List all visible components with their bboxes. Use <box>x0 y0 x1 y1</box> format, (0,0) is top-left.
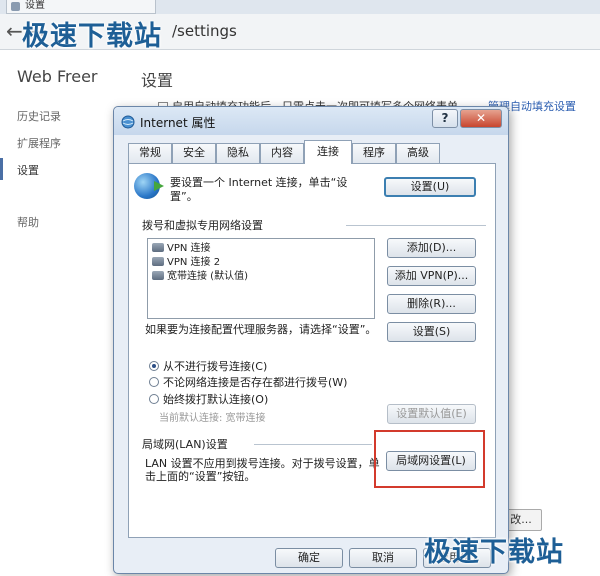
internet-properties-dialog: Internet 属性 ? ✕ 常规 安全 隐私 内容 连接 程序 高级 要设置… <box>113 106 509 574</box>
watermark-top: 极速下载站 <box>22 21 162 52</box>
lan-group-divider <box>254 444 372 445</box>
tab-connections[interactable]: 连接 <box>304 140 352 164</box>
back-arrow-icon[interactable]: ← <box>6 20 23 42</box>
setup-intro-text: 要设置一个 Internet 连接，单击“设置”。 <box>170 176 348 203</box>
tab-privacy[interactable]: 隐私 <box>216 143 260 163</box>
tab-content[interactable]: 内容 <box>260 143 304 163</box>
radio-indicator[interactable] <box>149 394 159 404</box>
tab-general[interactable]: 常规 <box>128 143 172 163</box>
radio-always-dial-default[interactable]: 始终拨打默认连接(O) <box>149 391 268 407</box>
lan-settings-text: LAN 设置不应用到拨号连接。对于拨号设置，单击上面的“设置”按钮。 <box>145 457 380 483</box>
watermark-bottom: 极速下载站 <box>424 537 564 568</box>
browser-tab[interactable]: 设置 <box>6 0 156 14</box>
tab-security[interactable]: 安全 <box>172 143 216 163</box>
settings-tab-icon <box>11 2 20 11</box>
sidebar-item-history[interactable]: 历史记录 <box>17 108 61 124</box>
close-button[interactable]: ✕ <box>460 109 502 128</box>
cancel-button[interactable]: 取消 <box>349 548 417 568</box>
sidebar-item-help[interactable]: 帮助 <box>17 214 39 230</box>
sidebar-active-indicator <box>0 158 3 180</box>
set-default-button[interactable]: 设置默认值(E) <box>387 404 476 424</box>
radio-selected-indicator[interactable] <box>149 361 159 371</box>
setup-button[interactable]: 设置(U) <box>384 177 476 197</box>
address-bar[interactable]: /settings <box>90 20 590 42</box>
radio-indicator[interactable] <box>149 377 159 387</box>
tab-advanced[interactable]: 高级 <box>396 143 440 163</box>
lan-group-label: 局域网(LAN)设置 <box>142 438 228 451</box>
connections-listbox[interactable]: VPN 连接 VPN 连接 2 宽带连接 (默认值) <box>147 238 375 319</box>
connection-icon <box>152 271 164 280</box>
add-vpn-button[interactable]: 添加 VPN(P)... <box>387 266 476 286</box>
radio-dial-whenever[interactable]: 不论网络连接是否存在都进行拨号(W) <box>149 374 347 390</box>
dialup-group-label: 拨号和虚拟专用网络设置 <box>142 219 263 232</box>
list-item[interactable]: VPN 连接 2 <box>152 256 220 269</box>
sidebar-item-extensions[interactable]: 扩展程序 <box>17 135 61 151</box>
tab-programs[interactable]: 程序 <box>352 143 396 163</box>
remove-button[interactable]: 删除(R)... <box>387 294 476 314</box>
radio-never-dial[interactable]: 从不进行拨号连接(C) <box>149 358 267 374</box>
app-title: Web Freer <box>17 67 98 86</box>
dialup-group-divider <box>346 225 486 226</box>
settings-button[interactable]: 设置(S) <box>387 322 476 342</box>
connection-icon <box>152 257 164 266</box>
dialog-title: Internet 属性 <box>140 116 216 130</box>
list-item[interactable]: 宽带连接 (默认值) <box>152 270 248 283</box>
dialog-titlebar[interactable]: Internet 属性 ? ✕ <box>114 107 508 135</box>
page-title: 设置 <box>141 71 174 90</box>
sidebar-item-settings[interactable]: 设置 <box>17 162 39 178</box>
current-default-connection: 当前默认连接: 宽带连接 <box>159 413 266 424</box>
help-button[interactable]: ? <box>432 109 458 128</box>
browser-tab-title: 设置 <box>25 0 45 11</box>
address-text: /settings <box>172 22 237 40</box>
connection-icon <box>152 243 164 252</box>
list-item[interactable]: VPN 连接 <box>152 242 211 255</box>
internet-globe-icon <box>121 115 135 129</box>
browser-tabstrip: 设置 <box>0 0 600 14</box>
lan-highlight-box <box>374 430 485 488</box>
proxy-settings-text: 如果要为连接配置代理服务器，请选择“设置”。 <box>145 323 377 336</box>
add-button[interactable]: 添加(D)... <box>387 238 476 258</box>
ok-button[interactable]: 确定 <box>275 548 343 568</box>
